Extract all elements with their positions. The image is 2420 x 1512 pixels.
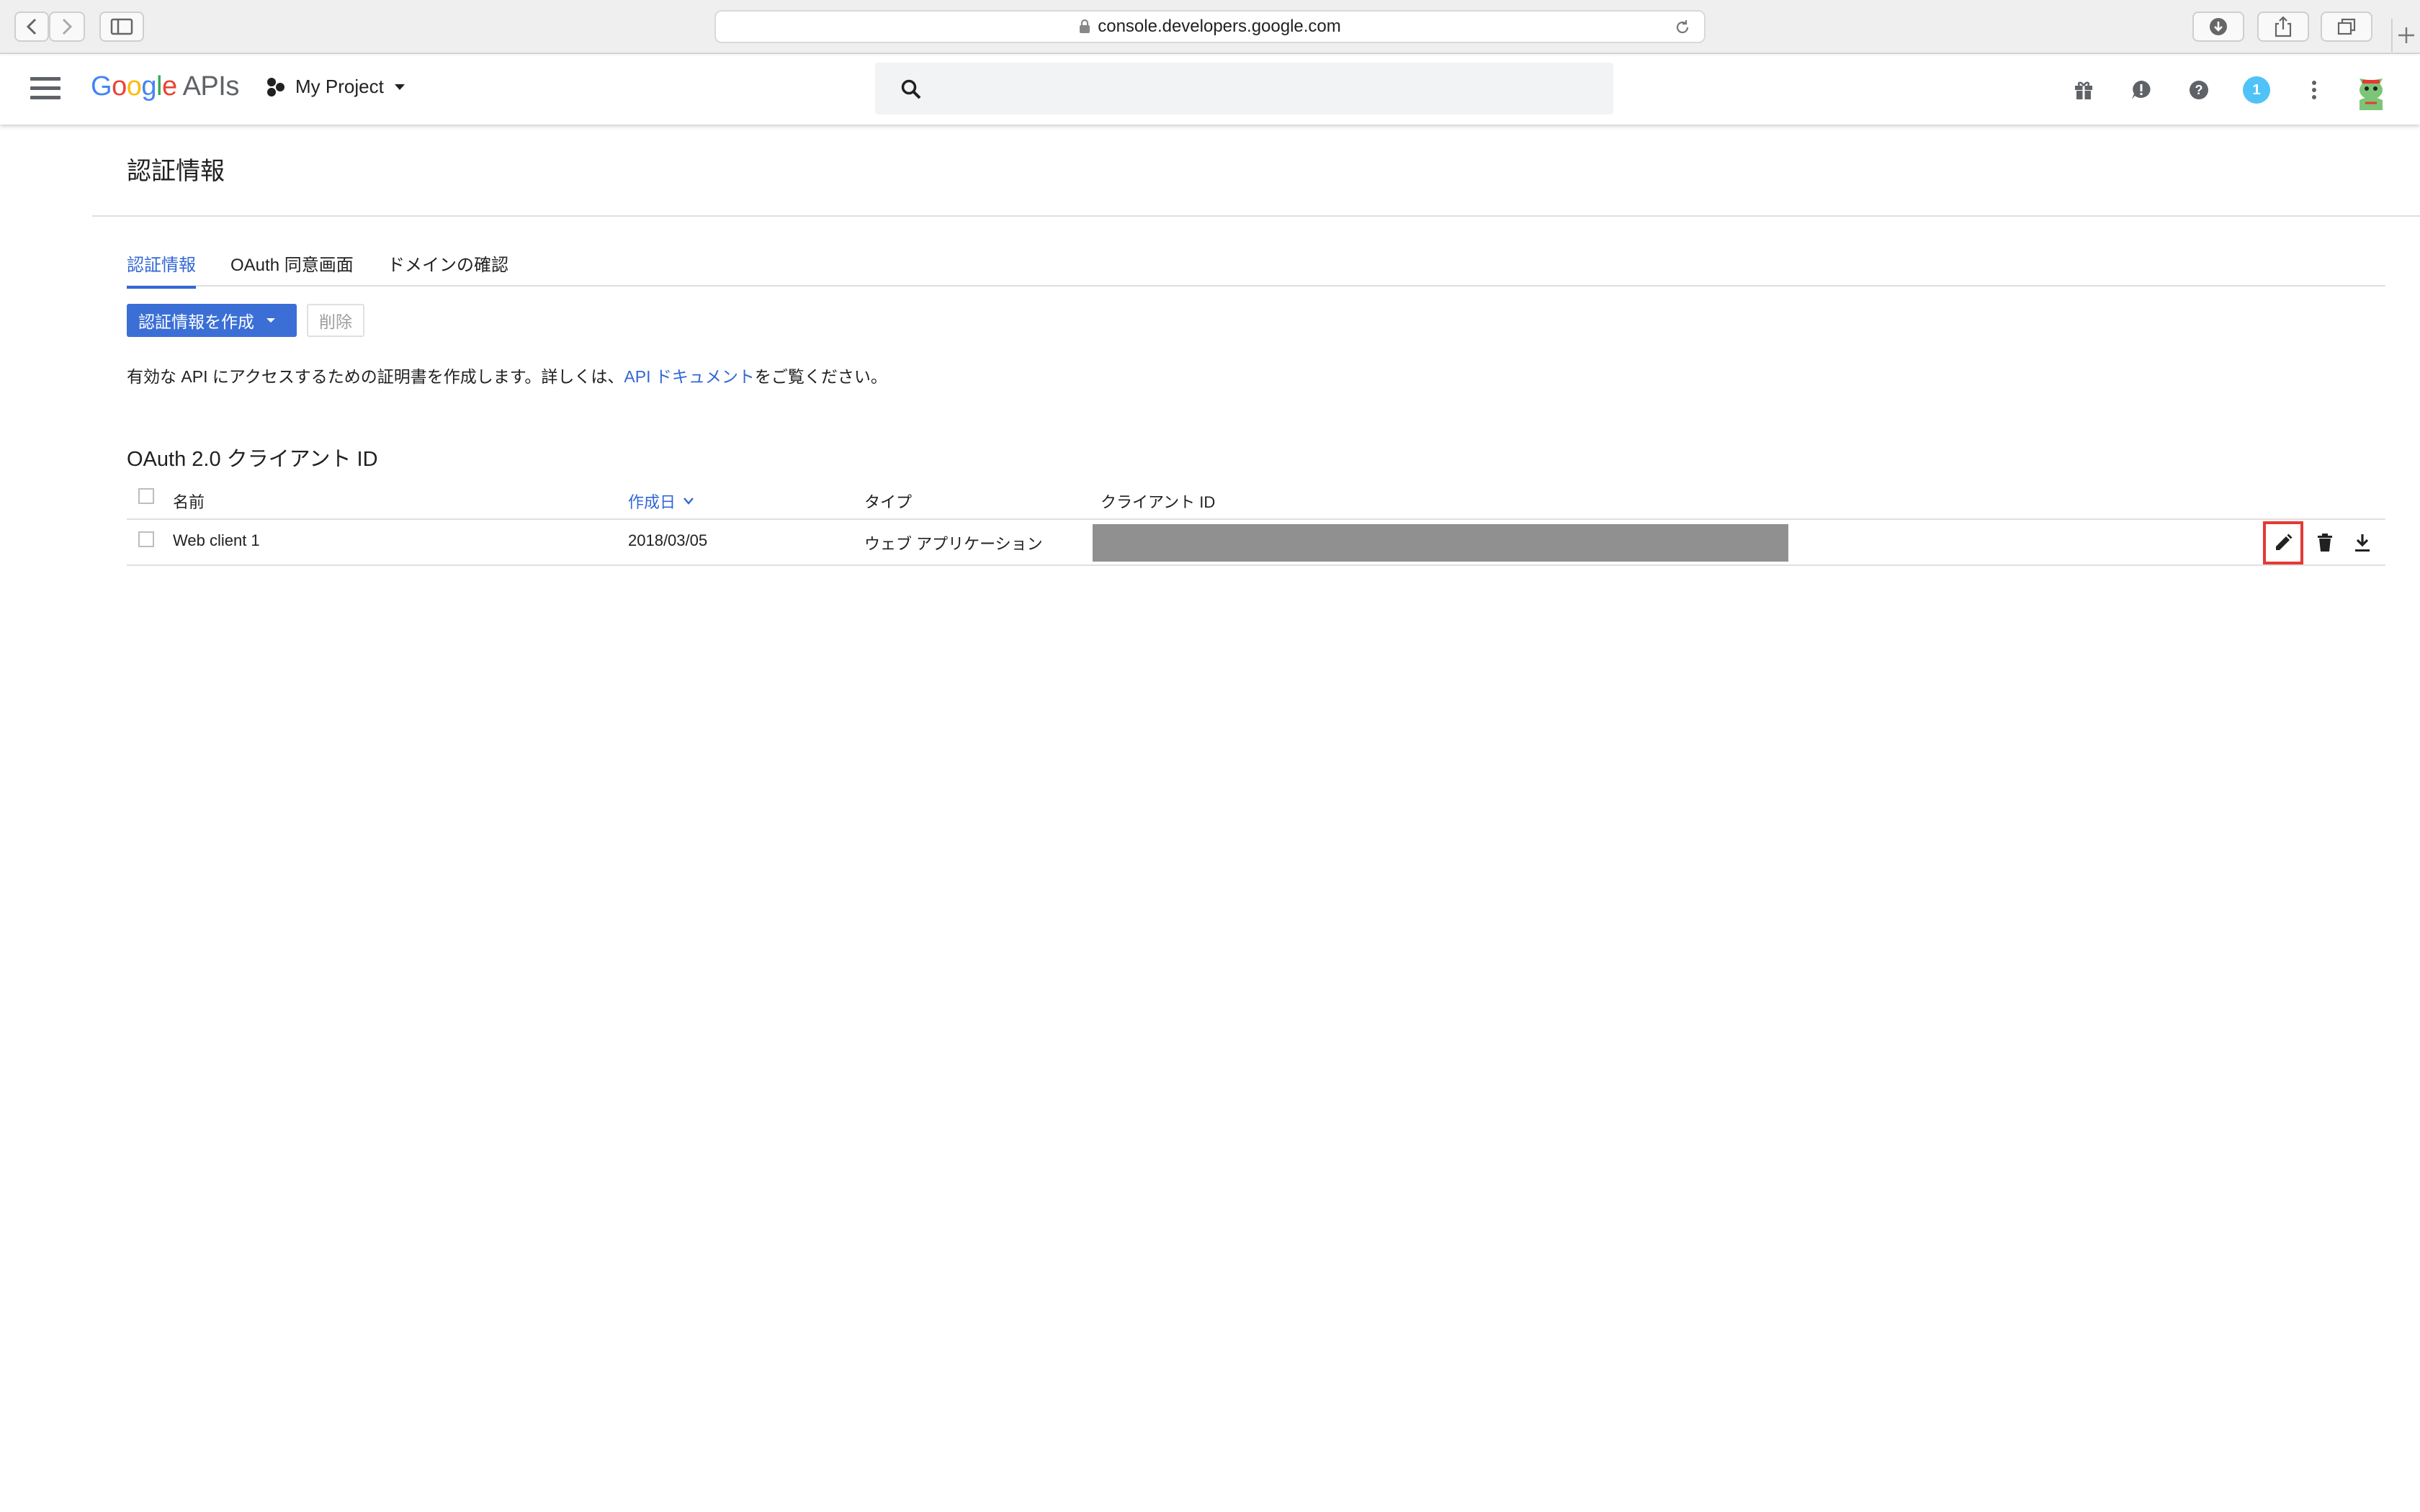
app-header: Google APIs My Project ? 1	[0, 55, 2420, 125]
tab-domain-verification[interactable]: ドメインの確認	[387, 251, 508, 286]
search-input[interactable]	[875, 63, 1613, 114]
share-button[interactable]	[2257, 12, 2309, 42]
downloads-button[interactable]	[2192, 12, 2244, 42]
download-row-button[interactable]	[2347, 527, 2378, 559]
svg-text:?: ?	[2195, 83, 2203, 97]
row-checkbox[interactable]	[138, 531, 154, 547]
search-icon	[900, 78, 922, 104]
new-tab-button[interactable]	[2391, 19, 2420, 52]
column-header-name[interactable]: 名前	[173, 490, 205, 513]
google-apis-logo[interactable]: Google APIs	[91, 71, 239, 102]
title-divider	[92, 215, 2420, 217]
create-credentials-label: 認証情報を作成	[138, 312, 254, 331]
share-icon	[2275, 16, 2292, 37]
client-type: ウェブ アプリケーション	[864, 535, 1043, 553]
column-header-type[interactable]: タイプ	[864, 490, 912, 513]
project-name: My Project	[295, 76, 384, 97]
forward-button[interactable]	[49, 12, 85, 42]
menu-icon[interactable]	[30, 77, 60, 103]
reload-icon[interactable]	[1674, 19, 1691, 41]
row-actions	[2263, 521, 2385, 564]
column-header-created[interactable]: 作成日	[628, 490, 694, 513]
more-vert-icon[interactable]	[2300, 76, 2329, 104]
avatar[interactable]	[2349, 68, 2393, 112]
sidebar-toggle-button[interactable]	[99, 12, 144, 42]
description-text-prefix: 有効な API にアクセスするための証明書を作成します。詳しくは、	[127, 367, 624, 386]
lock-icon	[1079, 19, 1090, 34]
tab-bar: 認証情報 OAuth 同意画面 ドメインの確認	[127, 245, 2385, 289]
tab-oauth-consent[interactable]: OAuth 同意画面	[230, 251, 354, 286]
sort-arrow-down-icon	[683, 497, 694, 505]
client-name[interactable]: Web client 1	[173, 531, 260, 550]
select-all-checkbox[interactable]	[138, 488, 154, 504]
column-header-created-label: 作成日	[628, 493, 676, 511]
project-selector[interactable]: My Project	[265, 76, 405, 98]
description: 有効な API にアクセスするための証明書を作成します。詳しくは、API ドキュ…	[127, 363, 887, 387]
page-title: 認証情報	[127, 158, 225, 185]
browser-toolbar: console.developers.google.com	[0, 0, 2420, 54]
tabs-overview-button[interactable]	[2321, 12, 2372, 42]
api-documentation-link[interactable]: API ドキュメント	[624, 367, 754, 386]
help-icon[interactable]: ?	[2184, 76, 2213, 104]
plus-icon	[2398, 27, 2414, 43]
delete-row-button[interactable]	[2309, 527, 2341, 559]
caret-down-icon	[394, 84, 405, 91]
gift-icon[interactable]	[2069, 76, 2098, 104]
trash-icon	[2318, 534, 2332, 552]
feedback-icon[interactable]	[2127, 76, 2156, 104]
edit-button[interactable]	[2263, 521, 2303, 564]
column-header-client-id[interactable]: クライアント ID	[1101, 490, 1215, 513]
client-id-redacted	[1093, 524, 1788, 562]
url-text: console.developers.google.com	[1098, 17, 1341, 36]
table-row[interactable]: Web client 1 2018/03/05 ウェブ アプリケーション	[127, 521, 2385, 566]
tabs-icon	[2337, 18, 2356, 35]
created-date: 2018/03/05	[628, 531, 708, 549]
oauth-section-title: OAuth 2.0 クライアント ID	[127, 448, 378, 471]
pencil-icon	[2276, 534, 2293, 550]
delete-button[interactable]: 削除	[307, 304, 364, 337]
chevron-right-icon	[62, 18, 73, 35]
notifications-button[interactable]: 1	[2242, 76, 2271, 104]
project-dots-icon	[265, 77, 287, 97]
notification-badge: 1	[2243, 76, 2270, 104]
download-circle-icon	[2210, 18, 2227, 35]
create-credentials-button[interactable]: 認証情報を作成	[127, 304, 297, 337]
caret-down-icon	[266, 318, 276, 323]
tab-credentials[interactable]: 認証情報	[127, 251, 196, 289]
chevron-left-icon	[26, 18, 37, 35]
table-header: 名前 作成日 タイプ クライアント ID	[127, 484, 2385, 520]
description-text-suffix: をご覧ください。	[754, 367, 887, 386]
sidebar-icon	[110, 18, 133, 35]
address-bar[interactable]: console.developers.google.com	[714, 10, 1706, 43]
download-icon	[2355, 534, 2370, 552]
back-button[interactable]	[14, 12, 49, 42]
avatar-mascot-icon	[2350, 69, 2392, 111]
